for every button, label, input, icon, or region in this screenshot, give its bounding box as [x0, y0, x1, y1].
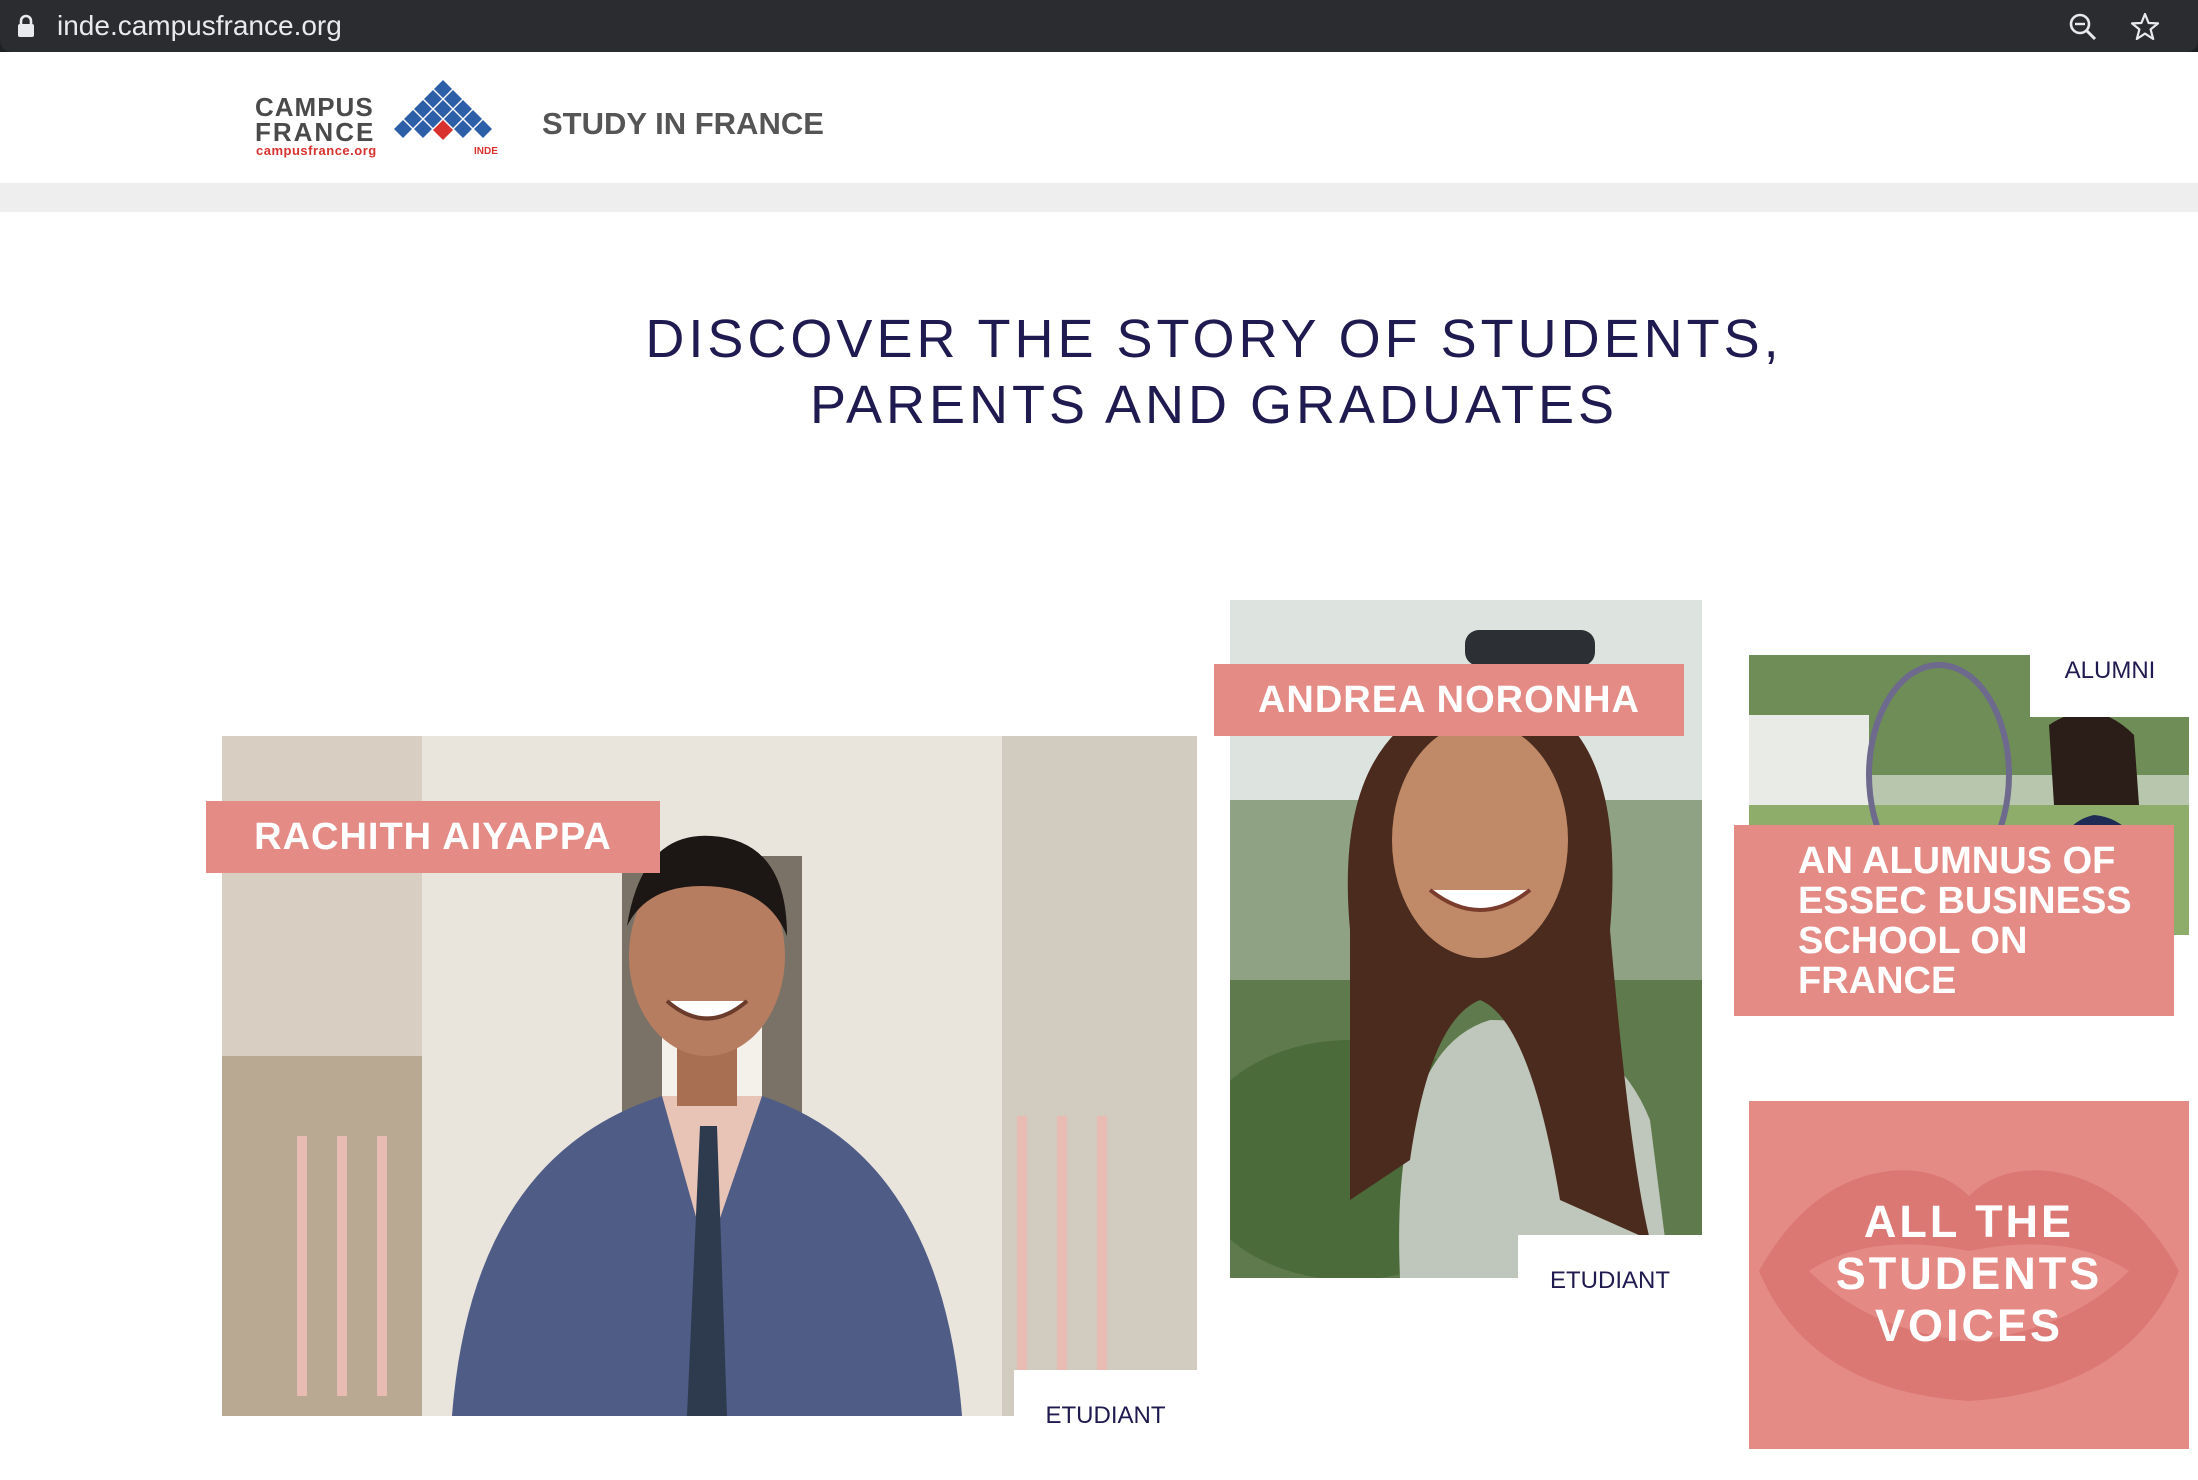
zoom-icon[interactable] — [2068, 12, 2098, 42]
story-title-line: SCHOOL ON — [1798, 920, 2028, 962]
story-type-andrea: ETUDIANT — [1518, 1266, 1702, 1296]
logo-url: campusfrance.org — [256, 143, 377, 158]
url-text[interactable]: inde.campusfrance.org — [57, 8, 342, 44]
page-title: DISCOVER THE STORY OF STUDENTS, PARENTS … — [600, 306, 1828, 438]
lock-icon — [18, 14, 34, 37]
story-type-essec: ALUMNI — [2030, 656, 2190, 686]
header-divider — [0, 183, 2198, 212]
page-title-line-1: DISCOVER THE STORY OF STUDENTS, — [645, 309, 1783, 369]
story-title-line: ESSEC BUSINESS — [1798, 880, 2132, 922]
story-title-line: FRANCE — [1798, 960, 1957, 1002]
address-bar[interactable]: inde.campusfrance.org — [0, 0, 2198, 52]
story-name-rachith[interactable]: RACHITH AIYAPPA — [206, 801, 660, 873]
logo-pyramid-icon — [394, 80, 492, 140]
story-name-andrea[interactable]: ANDREA NORONHA — [1214, 664, 1684, 736]
bookmark-star-icon[interactable] — [2130, 12, 2160, 42]
voices-label-line: STUDENTS — [1835, 1248, 2103, 1299]
story-title-essec[interactable]: AN ALUMNUS OF ESSEC BUSINESS SCHOOL ON F… — [1734, 825, 2174, 1016]
logo-word-france: FRANCE — [255, 117, 376, 147]
all-student-voices-label[interactable]: ALL THE STUDENTS VOICES — [1749, 1196, 2189, 1352]
site-name[interactable]: STUDY IN FRANCE — [542, 106, 824, 142]
page-title-line-2: PARENTS AND GRADUATES — [809, 375, 1619, 435]
story-type-rachith: ETUDIANT — [1014, 1401, 1197, 1431]
voices-label-line: VOICES — [1874, 1300, 2064, 1351]
voices-label-line: ALL THE — [1863, 1196, 2075, 1247]
story-title-line: AN ALUMNUS OF — [1798, 840, 2116, 882]
